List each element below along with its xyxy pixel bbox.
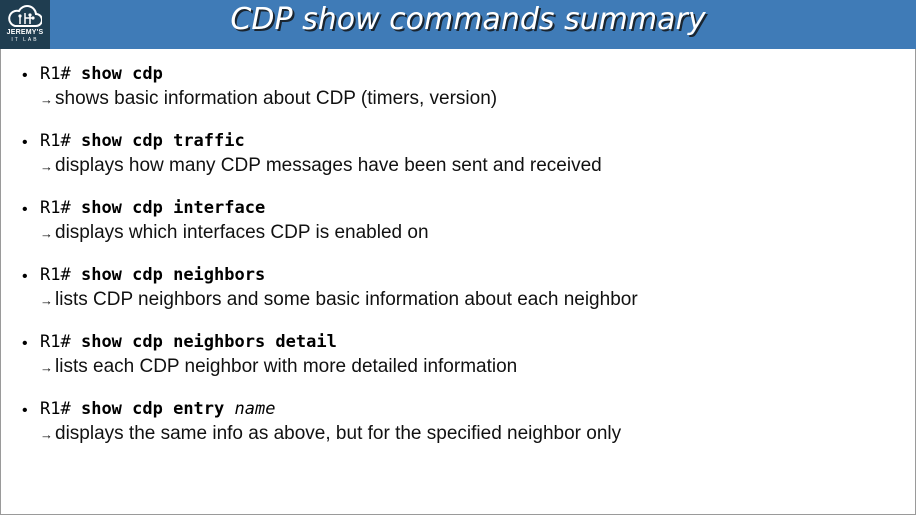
command-line: R1# show cdp neighbors detail	[40, 332, 337, 352]
bullet: •	[22, 268, 28, 285]
logo-subtext: IT LAB	[11, 37, 39, 43]
description-text: lists each CDP neighbor with more detail…	[55, 356, 518, 377]
command: show cdp neighbors	[80, 265, 266, 285]
command-description: → lists CDP neighbors and some basic info…	[40, 289, 638, 311]
description-text: shows basic information about CDP (timer…	[55, 88, 498, 109]
prompt: R1#	[40, 64, 71, 84]
prompt: R1#	[40, 265, 71, 285]
command-line: R1# show cdp neighbors	[40, 265, 265, 285]
prompt: R1#	[40, 198, 71, 218]
description-text: displays which interfaces CDP is enabled…	[55, 222, 429, 243]
command: show cdp traffic	[80, 131, 245, 151]
prompt: R1#	[40, 332, 71, 352]
command-line: R1# show cdp entry name	[40, 399, 275, 419]
command: show cdp entry	[80, 399, 225, 419]
arrow-icon: →	[40, 427, 53, 442]
bullet: •	[22, 402, 28, 419]
prompt: R1#	[40, 399, 71, 419]
command-description: → displays which interfaces CDP is enable…	[40, 222, 429, 244]
command-description: → lists each CDP neighbor with more detai…	[40, 356, 517, 378]
command: show cdp interface	[80, 198, 266, 218]
command-line: R1# show cdp interface	[40, 198, 265, 218]
arrow-icon: →	[40, 92, 53, 107]
command: show cdp	[80, 64, 163, 84]
bullet: •	[22, 335, 28, 352]
bullet: •	[22, 134, 28, 151]
bullet: •	[22, 201, 28, 218]
command: show cdp neighbors detail	[80, 332, 337, 352]
bullet: •	[22, 67, 28, 84]
slide-header: JEREMY'S IT LAB CDP show commands summar…	[0, 0, 916, 49]
command-line: R1# show cdp traffic	[40, 131, 245, 151]
arrow-icon: →	[40, 226, 53, 241]
arrow-icon: →	[40, 159, 53, 174]
command-description: → displays the same info as above, but fo…	[40, 423, 621, 445]
arrow-icon: →	[40, 293, 53, 308]
command-argument: name	[234, 399, 276, 419]
command-description: → shows basic information about CDP (time…	[40, 88, 497, 110]
description-text: displays the same info as above, but for…	[55, 423, 622, 444]
prompt: R1#	[40, 131, 71, 151]
command-description: → displays how many CDP messages have bee…	[40, 155, 602, 177]
slide-title: CDP show commands summary	[230, 2, 706, 37]
description-text: lists CDP neighbors and some basic infor…	[55, 289, 638, 310]
command-line: R1# show cdp	[40, 64, 163, 84]
description-text: displays how many CDP messages have been…	[55, 155, 602, 176]
arrow-icon: →	[40, 360, 53, 375]
